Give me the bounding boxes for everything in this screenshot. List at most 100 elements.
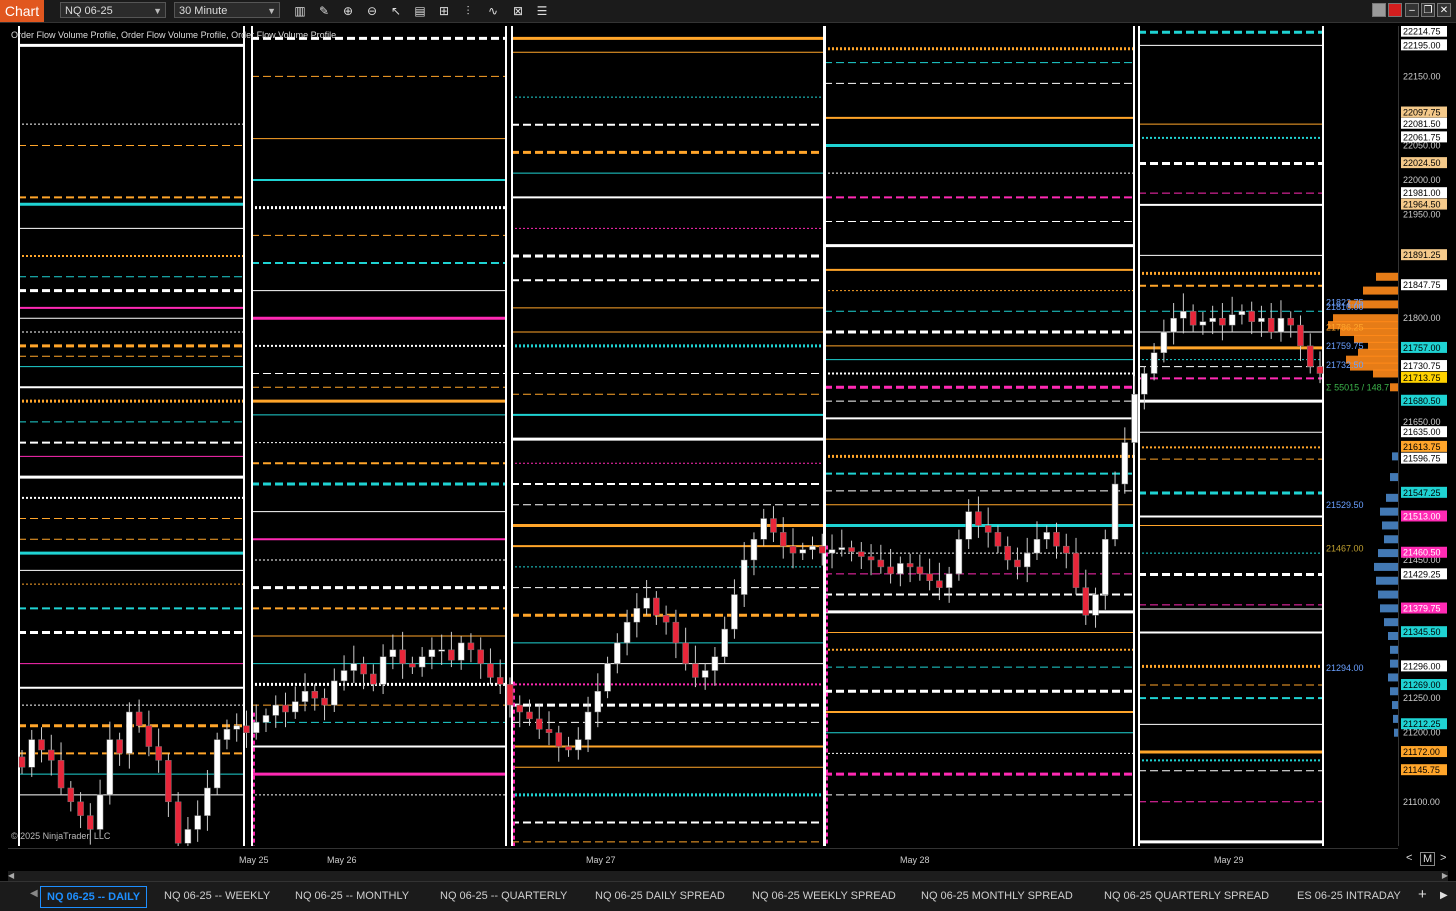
profile-value-label: 21294.00: [1326, 663, 1364, 673]
candle-body: [994, 532, 1002, 547]
axis-mode-button[interactable]: M: [1420, 852, 1436, 866]
volume-profile-bar: [1390, 645, 1398, 654]
candle-body: [301, 691, 309, 702]
restore-icon[interactable]: [1372, 3, 1386, 17]
top-toolbar: Chart NQ 06-25 ▼ 30 Minute ▼ ▥ ✎ ⊕ ⊖ ↖ ▤…: [0, 0, 1456, 23]
scroll-right-icon[interactable]: ▶: [1442, 871, 1448, 880]
draw-icon[interactable]: ✎: [316, 3, 332, 19]
price-marker-label: 22024.50: [1403, 158, 1441, 168]
candle-body: [584, 711, 592, 740]
candle-body: [789, 545, 797, 554]
candle-body: [701, 670, 709, 678]
tab-es-intraday[interactable]: ES 06-25 INTRADAY: [1291, 886, 1407, 906]
indicators-icon[interactable]: ⫶: [460, 3, 476, 19]
candle-body: [409, 663, 416, 668]
candle-body: [1111, 483, 1119, 540]
properties-icon[interactable]: ⊞: [436, 3, 452, 19]
candle-body: [653, 597, 660, 616]
candle-body: [135, 711, 143, 727]
maximize-icon[interactable]: ❐: [1421, 3, 1435, 17]
tab-weekly[interactable]: NQ 06-25 -- WEEKLY: [158, 886, 276, 906]
candle-body: [467, 642, 475, 651]
candle-body: [194, 815, 201, 830]
volume-profile-bar: [1380, 604, 1398, 613]
cursor-icon[interactable]: ↖: [388, 3, 404, 19]
tab-weekly-spread[interactable]: NQ 06-25 WEEKLY SPREAD: [746, 886, 902, 906]
volume-profile-bar: [1363, 286, 1398, 295]
candle-body: [457, 642, 465, 661]
templates-icon[interactable]: ⊠: [510, 3, 526, 19]
price-marker-label: 21460.50: [1403, 548, 1441, 558]
candle-body: [1033, 539, 1041, 554]
price-marker-label: 21547.25: [1403, 488, 1441, 498]
candle-body: [799, 549, 807, 554]
price-marker-label: 21513.00: [1403, 511, 1441, 521]
candle-body: [858, 551, 865, 557]
candle-body: [213, 739, 221, 789]
price-marker-label: 21713.75: [1403, 373, 1441, 383]
candle-body: [272, 704, 279, 716]
candle-body: [1258, 317, 1265, 322]
candle-body: [1141, 373, 1148, 395]
candle-body: [1092, 594, 1099, 616]
candle-body: [965, 511, 972, 540]
price-tick-label: 21100.00: [1403, 797, 1440, 807]
candle-body: [750, 539, 758, 561]
candle-body: [877, 559, 885, 568]
candle-body: [174, 801, 182, 844]
volume-profile-bar: [1333, 314, 1398, 323]
candle-body: [77, 801, 84, 816]
volume-profile-bar: [1376, 272, 1398, 281]
tab-scroll-left-icon[interactable]: ◀: [30, 888, 38, 899]
tab-monthly-spread[interactable]: NQ 06-25 MONTHLY SPREAD: [915, 886, 1079, 906]
candle-body: [106, 739, 114, 796]
time-axis[interactable]: May 25 May 26 May 27 May 28 May 29: [8, 848, 1398, 871]
data-box-icon[interactable]: ▤: [412, 3, 428, 19]
strategies-icon[interactable]: ∿: [485, 3, 501, 19]
chevron-down-icon: ▼: [153, 6, 162, 16]
link-icon[interactable]: [1388, 3, 1402, 17]
scroll-left-button[interactable]: <: [1406, 852, 1412, 864]
close-icon[interactable]: ✕: [1437, 3, 1451, 17]
volume-profile-bar: [1373, 369, 1398, 378]
candle-body: [487, 663, 494, 678]
tab-scroll-right-icon[interactable]: ▶: [1440, 890, 1448, 901]
candle-body: [1199, 321, 1207, 326]
tab-daily-spread[interactable]: NQ 06-25 DAILY SPREAD: [589, 886, 731, 906]
interval-selector[interactable]: 30 Minute ▼: [174, 2, 280, 18]
scroll-left-icon[interactable]: ◀: [8, 871, 14, 880]
candle-body: [692, 663, 699, 678]
instrument-selector[interactable]: NQ 06-25 ▼: [60, 2, 166, 18]
candle-body: [48, 749, 55, 761]
candle-body: [1297, 324, 1304, 347]
horizontal-scrollbar[interactable]: ◀ ▶: [8, 871, 1448, 881]
price-axis[interactable]: 22150.00 22050.00 22000.00 21950.00 21800.00…: [1398, 25, 1456, 846]
tab-quarterly[interactable]: NQ 06-25 -- QUARTERLY: [434, 886, 573, 906]
indicator-label: Order Flow Volume Profile, Order Flow Vo…: [11, 30, 337, 40]
price-axis-labels: 22150.0022050.0022000.0021950.0021800.00…: [1401, 25, 1447, 807]
candle-body: [1063, 545, 1070, 554]
candle-body: [760, 518, 767, 540]
scroll-right-button[interactable]: >: [1440, 852, 1446, 864]
candle-body: [126, 711, 133, 754]
volume-profile-bar: [1380, 507, 1398, 516]
volume-profile-bar: [1368, 341, 1398, 350]
tab-daily[interactable]: NQ 06-25 -- DAILY: [40, 886, 148, 908]
zoom-in-icon[interactable]: ⊕: [340, 3, 356, 19]
candle-body: [350, 663, 358, 671]
candle-body: [1072, 552, 1080, 588]
add-tab-icon[interactable]: +: [1418, 886, 1427, 903]
candle-body: [1209, 317, 1216, 322]
candle-body: [779, 532, 787, 547]
candle-body: [526, 711, 533, 720]
chart-panel[interactable]: 21822.75 21816.00 21786.25 21759.75 21732.50…: [8, 26, 1398, 853]
list-icon[interactable]: ☰: [534, 3, 550, 19]
bars-type-icon[interactable]: ▥: [292, 3, 308, 19]
price-tick-label: 22000.00: [1403, 175, 1441, 185]
tab-quarterly-spread[interactable]: NQ 06-25 QUARTERLY SPREAD: [1098, 886, 1275, 906]
minimize-icon[interactable]: –: [1405, 3, 1419, 17]
tab-monthly[interactable]: NQ 06-25 -- MONTHLY: [289, 886, 415, 906]
candle-body: [389, 649, 397, 657]
zoom-out-icon[interactable]: ⊖: [364, 3, 380, 19]
price-chart[interactable]: 21822.7521816.0021786.2521759.7521732.50…: [8, 26, 1398, 853]
